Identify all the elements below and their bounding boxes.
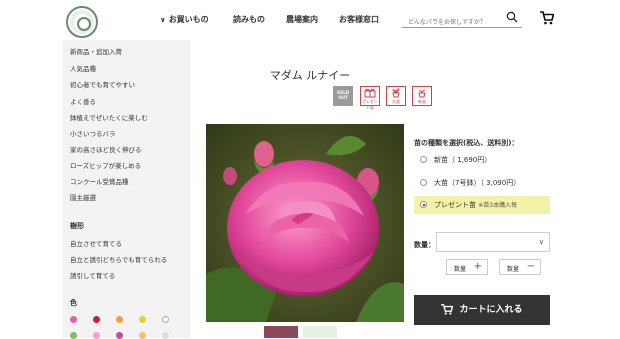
sidebar-item[interactable]: コンクール受賞品種 — [70, 176, 129, 186]
new-seedling-badge-label: 新苗 — [418, 99, 426, 104]
new-seedling-icon — [418, 89, 426, 98]
color-swatch[interactable] — [93, 316, 100, 323]
radio-button[interactable] — [420, 156, 427, 163]
minus-icon: − — [526, 261, 535, 272]
sold-out-badge: SOLD OUT — [333, 86, 353, 106]
sidebar-heading-shape: 樹形 — [70, 222, 84, 230]
option-large-seedling[interactable]: 大苗（7号鉢）（ 3,090円） — [414, 174, 550, 192]
nav-reading-label: 読みもの — [233, 15, 265, 24]
add-to-cart-button[interactable]: カートに入れる — [414, 295, 550, 325]
sidebar: 新商品・追加入荷 人気品種 初心者でも育てやすい よく香る 鉢植えでぜいたくに楽… — [62, 40, 190, 339]
sidebar-item[interactable]: よく香る — [70, 96, 96, 106]
gift-badge-label: プレゼント苗 — [362, 99, 378, 110]
option-new-seedling[interactable]: 新苗（ 1,690円） — [414, 151, 550, 169]
cart-icon[interactable] — [540, 11, 554, 25]
product-thumbnail[interactable] — [303, 326, 337, 338]
nav-farm-guide[interactable]: 農場案内 — [286, 14, 318, 25]
option-label: 大苗（7号鉢）（ 3,090円） — [434, 179, 521, 187]
sidebar-item[interactable]: 自立と誘引どちらでも育てられる — [70, 254, 167, 264]
search-input[interactable] — [402, 14, 508, 31]
option-label: プレゼント苗 — [434, 201, 476, 209]
nav-shopping[interactable]: ∨ お買いもの — [160, 14, 209, 25]
color-swatch[interactable] — [116, 316, 123, 323]
search-box — [402, 9, 522, 31]
gift-icon — [364, 88, 376, 98]
color-swatch[interactable] — [139, 316, 146, 323]
large-seedling-badge: 大苗 — [386, 86, 406, 106]
option-note: ※苗3本購入毎 — [478, 202, 518, 209]
new-seedling-badge: 新苗 — [412, 86, 432, 106]
option-label: 新苗（ 1,690円） — [434, 156, 492, 164]
nav-customer-service[interactable]: お客様窓口 — [339, 14, 379, 25]
site-header: ∨ お買いもの 読みもの 農場案内 お客様窓口 — [0, 0, 620, 40]
gift-badge: プレゼント苗 — [360, 86, 380, 110]
product-title: マダム ルナイー — [269, 69, 351, 82]
sidebar-heading-color: 色 — [70, 299, 77, 307]
quantity-plus-label: 数量 — [454, 266, 467, 273]
product-photo[interactable] — [206, 124, 404, 322]
rose-image — [206, 124, 404, 322]
plus-icon: + — [473, 261, 482, 272]
product-thumbnail[interactable] — [264, 326, 298, 338]
color-swatch[interactable] — [162, 316, 169, 323]
sidebar-item[interactable]: ローズヒップが楽しめる — [70, 160, 141, 170]
option-present-seedling[interactable]: プレゼント苗 ※苗3本購入毎 — [414, 196, 550, 214]
quantity-minus-label: 数量 — [507, 266, 520, 273]
large-seedling-badge-label: 大苗 — [392, 99, 400, 104]
sidebar-item[interactable]: 誘引して育てる — [70, 270, 115, 280]
chevron-down-icon: ∨ — [160, 16, 166, 24]
sidebar-item[interactable]: 新商品・追加入荷 — [70, 46, 122, 56]
large-seedling-icon — [392, 88, 400, 98]
quantity-label: 数量： — [414, 241, 435, 249]
quantity-plus-button[interactable]: 数量 + — [446, 259, 488, 275]
sold-out-badge-label: SOLD OUT — [336, 90, 350, 100]
chevron-down-icon: ∨ — [538, 238, 544, 246]
option-title: 苗の種類を選択(税込、送料別)： — [414, 139, 519, 147]
nav-customer-service-label: お客様窓口 — [339, 15, 379, 24]
quantity-minus-button[interactable]: 数量 − — [499, 259, 541, 275]
radio-button[interactable] — [420, 179, 427, 186]
quantity-select[interactable]: ∨ — [436, 232, 550, 252]
search-icon[interactable] — [506, 11, 518, 23]
color-swatch[interactable] — [70, 316, 77, 323]
sidebar-item[interactable]: 園主厳選 — [70, 192, 96, 202]
nav-reading[interactable]: 読みもの — [233, 14, 265, 25]
site-logo[interactable] — [66, 6, 98, 38]
sidebar-item[interactable]: 自立させて育てる — [70, 238, 122, 248]
nav-shopping-label: お買いもの — [168, 15, 209, 24]
sidebar-item[interactable]: 鉢植えでぜいたくに楽しむ — [70, 112, 148, 122]
nav-farm-guide-label: 農場案内 — [286, 15, 318, 24]
radio-button-selected[interactable] — [420, 201, 427, 208]
sidebar-item[interactable]: 家の高さほど良く伸びる — [70, 144, 142, 154]
cart-icon — [441, 304, 454, 315]
add-to-cart-label: カートに入れる — [459, 305, 523, 315]
sidebar-item[interactable]: 小さいつるバラ — [70, 128, 116, 138]
